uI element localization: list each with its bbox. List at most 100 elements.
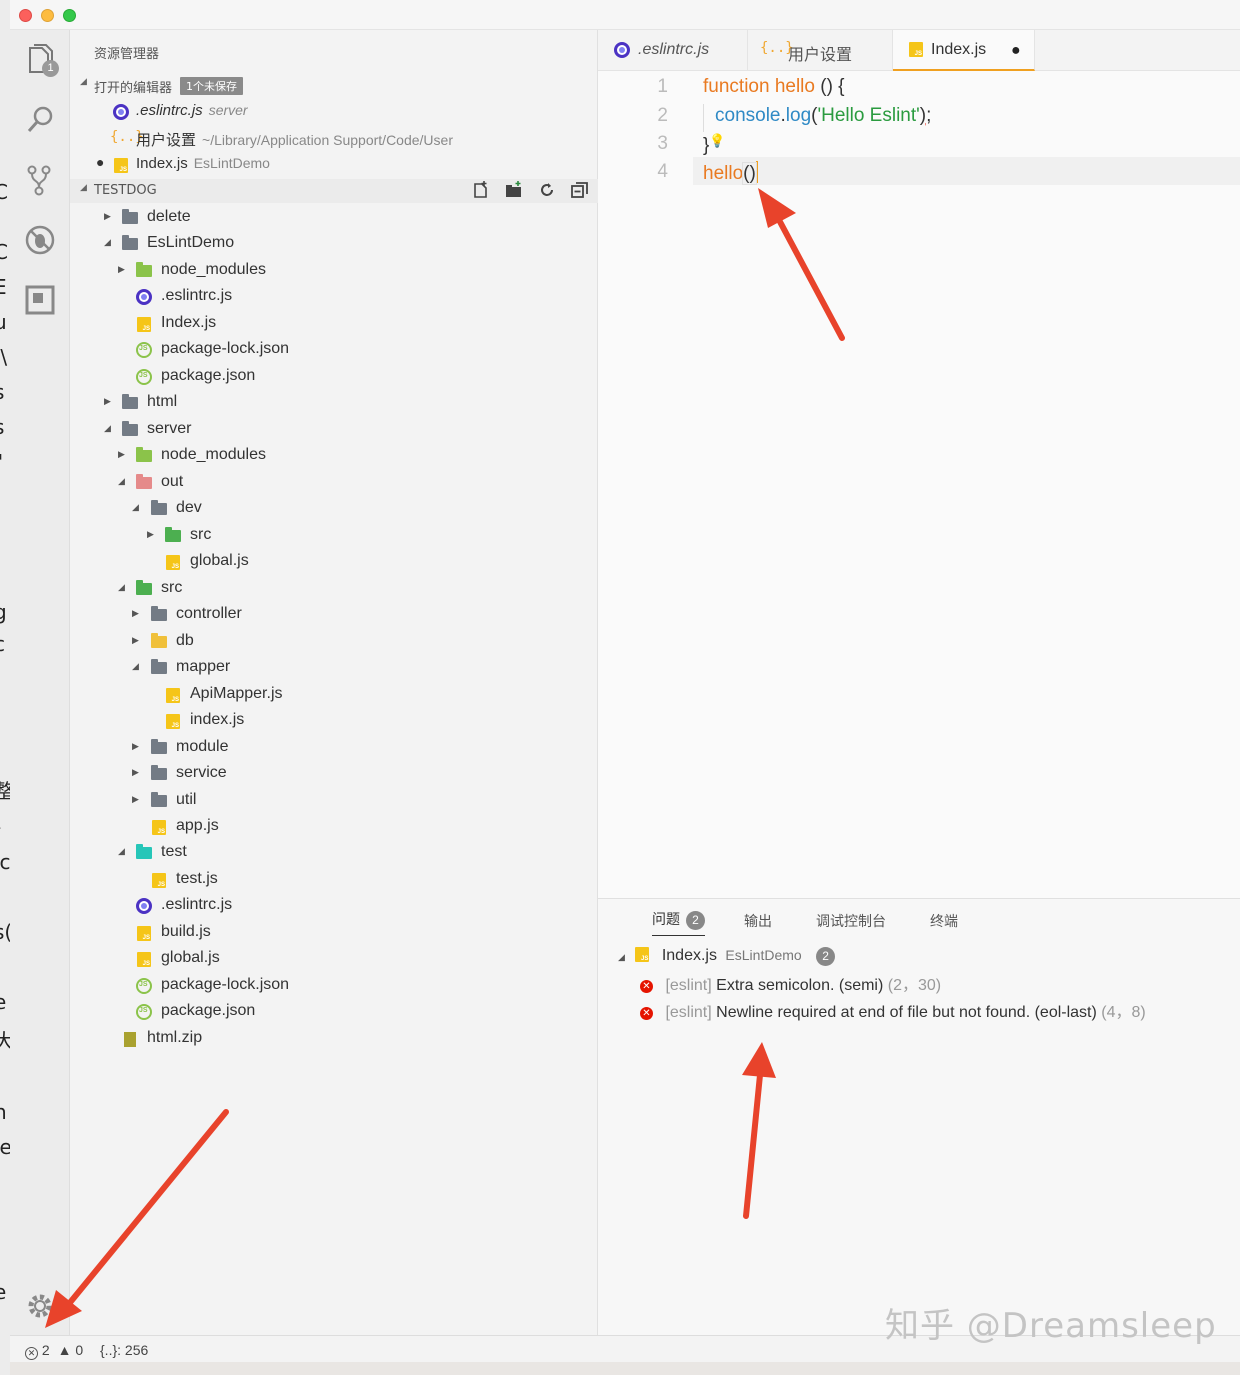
- tree-item-file[interactable]: build.js: [70, 920, 598, 946]
- refresh-icon[interactable]: [538, 181, 558, 201]
- code-line-4[interactable]: hello(): [703, 161, 758, 185]
- error-icon: ✕: [640, 980, 653, 993]
- tab-eslintrc[interactable]: .eslintrc.js: [598, 30, 748, 71]
- eslint-icon: [113, 104, 129, 120]
- gear-icon[interactable]: [24, 1290, 56, 1322]
- problems-panel: 问题2 输出 调试控制台 终端 ◢ Index.js EsLintDemo 2 …: [598, 898, 1240, 1335]
- js-file-icon: [137, 317, 151, 332]
- tree-item-file[interactable]: package.json: [70, 364, 598, 390]
- lightbulb-icon[interactable]: 💡: [709, 133, 725, 148]
- problem-item[interactable]: ✕ [eslint] Extra semicolon. (semi) (2，30…: [640, 971, 941, 995]
- tree-item-folder[interactable]: ▶ service: [70, 761, 598, 787]
- tab-terminal[interactable]: 终端: [930, 911, 958, 931]
- error-icon: ✕: [640, 1007, 653, 1020]
- tree-item-folder[interactable]: ◢ out: [70, 470, 598, 496]
- code-line-1[interactable]: function hello () {: [703, 76, 845, 98]
- problems-status[interactable]: ✕ 2 ▲ 0: [25, 1342, 83, 1360]
- tree-item-file[interactable]: global.js: [70, 549, 598, 575]
- problem-item[interactable]: ✕ [eslint] Newline required at end of fi…: [640, 998, 1146, 1022]
- tree-item-file[interactable]: html.zip: [70, 1026, 598, 1052]
- tree-item-folder[interactable]: ▶ delete: [70, 205, 598, 231]
- json-file-icon: [136, 369, 152, 385]
- tree-item-file[interactable]: .eslintrc.js: [70, 893, 598, 919]
- tree-item-folder[interactable]: ▶ src: [70, 523, 598, 549]
- tree-item-file[interactable]: .eslintrc.js: [70, 284, 598, 310]
- extensions-icon[interactable]: [24, 284, 56, 316]
- eslint-icon: [136, 289, 152, 305]
- minimize-window-button[interactable]: [41, 9, 54, 22]
- tree-item-file[interactable]: ApiMapper.js: [70, 682, 598, 708]
- unsaved-badge: 1个未保存: [180, 77, 243, 95]
- tree-item-file[interactable]: Index.js: [70, 311, 598, 337]
- close-window-button[interactable]: [19, 9, 32, 22]
- problem-file-row[interactable]: ◢ Index.js EsLintDemo 2: [618, 945, 836, 966]
- src-folder-icon: [165, 527, 181, 542]
- tree-item-folder[interactable]: ▶ module: [70, 735, 598, 761]
- src-folder-icon: [136, 580, 152, 595]
- project-header[interactable]: ◢ TESTDOG: [70, 179, 598, 203]
- tree-item-folder[interactable]: ◢ mapper: [70, 655, 598, 681]
- tree-item-folder[interactable]: ◢ test: [70, 840, 598, 866]
- new-file-icon[interactable]: [472, 181, 492, 201]
- tree-item-folder[interactable]: ▶ util: [70, 788, 598, 814]
- tree-item-folder[interactable]: ▶ node_modules: [70, 443, 598, 469]
- tree-item-file[interactable]: package-lock.json: [70, 337, 598, 363]
- debug-icon[interactable]: [24, 224, 56, 256]
- node-modules-folder-icon: [136, 447, 152, 462]
- tree-item-file[interactable]: package-lock.json: [70, 973, 598, 999]
- open-editor-item[interactable]: .eslintrc.js server: [70, 99, 598, 125]
- folder-open-icon: [151, 500, 167, 515]
- tree-item-folder[interactable]: ▶ controller: [70, 602, 598, 628]
- eslint-icon: [614, 42, 630, 58]
- new-folder-icon[interactable]: [505, 181, 525, 201]
- folder-icon: [122, 394, 138, 409]
- tree-item-folder[interactable]: ▶ html: [70, 390, 598, 416]
- tab-output[interactable]: 输出: [744, 911, 772, 931]
- zip-file-icon: [124, 1032, 136, 1047]
- open-editor-item[interactable]: {..} 用户设置 ~/Library/Application Support/C…: [70, 126, 598, 152]
- open-editor-item[interactable]: ● Index.jsEsLintDemo: [70, 152, 598, 178]
- tree-item-folder[interactable]: ◢ src: [70, 576, 598, 602]
- source-control-icon[interactable]: [24, 164, 56, 196]
- js-file-icon: [166, 688, 180, 703]
- tree-item-folder[interactable]: ▶ node_modules: [70, 258, 598, 284]
- tree-item-file[interactable]: global.js: [70, 946, 598, 972]
- tree-item-file[interactable]: test.js: [70, 867, 598, 893]
- explorer-icon[interactable]: 1: [24, 44, 59, 77]
- tree-item-folder[interactable]: ◢ EsLintDemo: [70, 231, 598, 257]
- folder-icon: [151, 765, 167, 780]
- tree-item-file[interactable]: index.js: [70, 708, 598, 734]
- zoom-window-button[interactable]: [63, 9, 76, 22]
- tab-index-js[interactable]: Index.js ●: [893, 30, 1035, 71]
- code-line-2[interactable]: console.log('Hello Eslint');: [715, 105, 931, 127]
- line-number: 2: [657, 105, 668, 126]
- eslint-icon: [136, 898, 152, 914]
- tree-item-folder[interactable]: ◢ server: [70, 417, 598, 443]
- tree-item-file[interactable]: app.js: [70, 814, 598, 840]
- error-count-icon: ✕: [25, 1347, 38, 1360]
- collapse-all-icon[interactable]: [571, 181, 591, 201]
- chevron-down-icon: ◢: [80, 183, 87, 193]
- line-number: 4: [657, 161, 668, 182]
- json-file-icon: [136, 342, 152, 358]
- explorer-badge: 1: [42, 60, 59, 77]
- tree-item-file[interactable]: package.json: [70, 999, 598, 1025]
- tree-item-folder[interactable]: ◢ dev: [70, 496, 598, 522]
- line-number: 3: [657, 133, 668, 154]
- text-cursor: [755, 161, 758, 183]
- js-file-icon: [635, 947, 650, 962]
- tab-debug-console[interactable]: 调试控制台: [816, 911, 886, 931]
- js-file-icon: [909, 42, 923, 57]
- open-editors-header[interactable]: ◢ 打开的编辑器 1个未保存: [70, 73, 598, 97]
- tree-item-folder[interactable]: ▶ db: [70, 629, 598, 655]
- selection-status[interactable]: {..}: 256: [100, 1342, 148, 1358]
- tab-problems[interactable]: 问题 2: [652, 909, 705, 936]
- js-file-icon: [166, 714, 180, 729]
- db-folder-icon: [151, 633, 167, 648]
- tab-user-settings[interactable]: {..} 用户设置: [748, 30, 893, 71]
- code-line-3[interactable]: }💡: [703, 133, 726, 157]
- search-icon[interactable]: [24, 104, 56, 136]
- explorer-sidebar: 资源管理器 ◢ 打开的编辑器 1个未保存 .eslintrc.js server …: [70, 30, 598, 1335]
- title-bar: [10, 0, 1240, 30]
- folder-icon: [151, 606, 167, 621]
